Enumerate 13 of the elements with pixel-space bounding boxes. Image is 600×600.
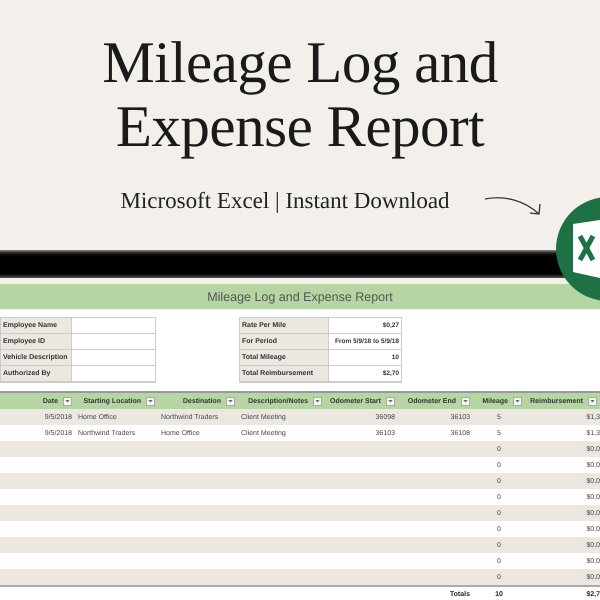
filter-dropdown-button[interactable] (313, 396, 322, 406)
headline: Mileage Log and (102, 30, 498, 94)
filter-dropdown-button[interactable] (146, 396, 155, 406)
filter-dropdown-button[interactable] (63, 396, 72, 406)
sheet-title: Mileage Log and Expense Report (0, 284, 600, 309)
spreadsheet-logo-icon (555, 196, 600, 302)
headline: Expense Report (116, 94, 484, 158)
filter-dropdown-button[interactable] (513, 396, 522, 406)
filter-dropdown-button[interactable] (588, 396, 597, 406)
filter-dropdown-button[interactable] (461, 396, 470, 406)
filter-dropdown-button[interactable] (226, 396, 235, 406)
subtitle: Microsoft Excel | Instant Download (120, 188, 450, 214)
filter-dropdown-button[interactable] (386, 396, 395, 406)
